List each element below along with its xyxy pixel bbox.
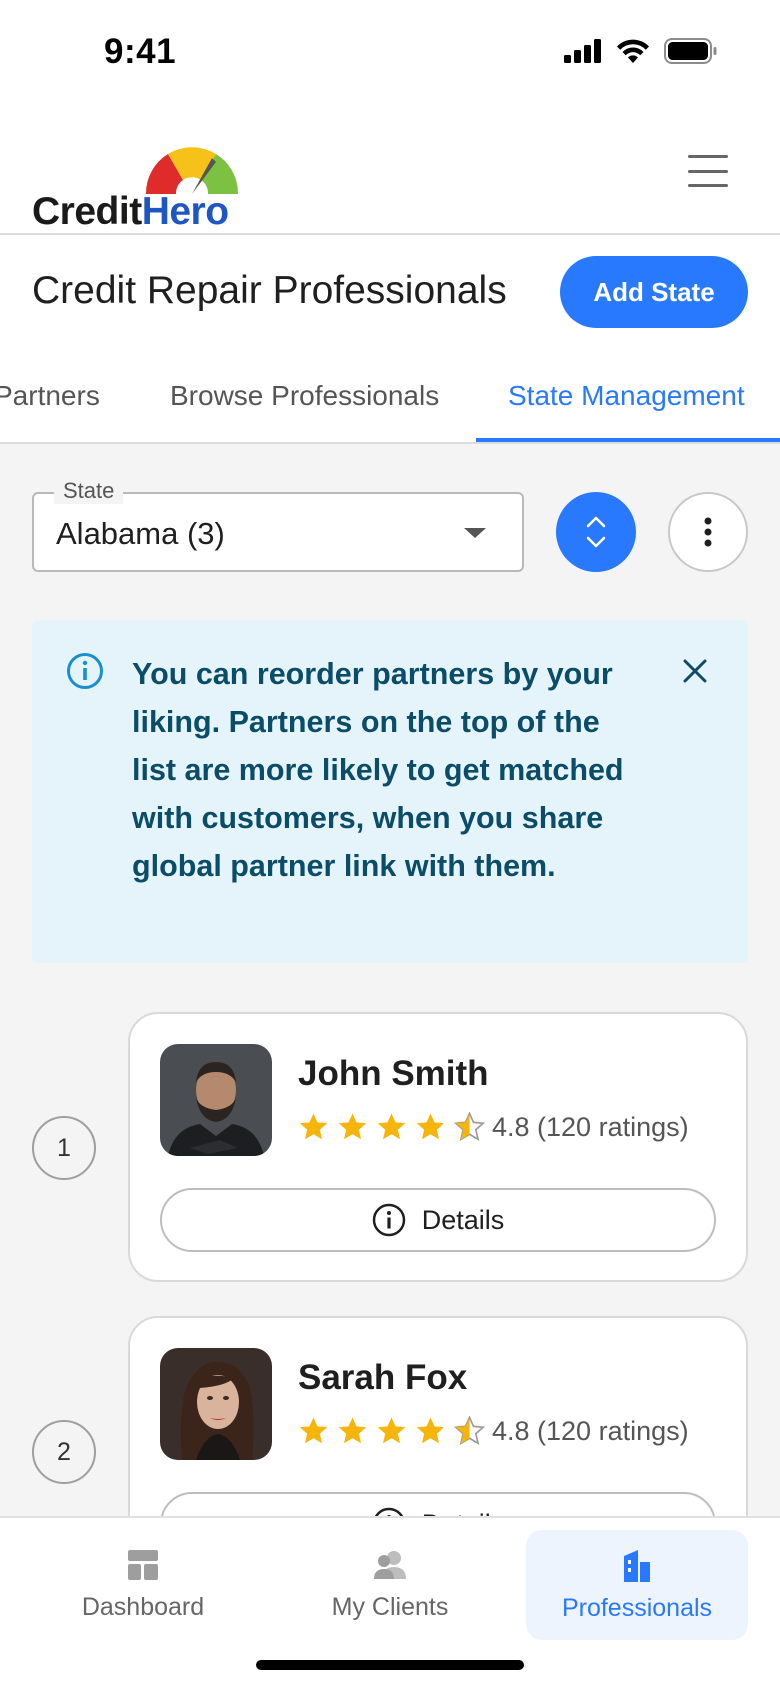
- nav-dashboard-label: Dashboard: [81, 1592, 205, 1621]
- page-title: Credit Repair Professionals: [32, 269, 507, 312]
- nav-professionals-label: Professionals: [561, 1593, 713, 1622]
- star-icon: [299, 1113, 328, 1140]
- star-icon: [416, 1417, 445, 1444]
- rating-text: 4.8 (120 ratings): [492, 1112, 689, 1142]
- more-options-button[interactable]: [668, 492, 748, 572]
- details-label: Details: [421, 1204, 505, 1235]
- state-select-label: State: [54, 478, 124, 504]
- more-vert-icon: [704, 517, 712, 547]
- people-icon: [374, 1550, 406, 1579]
- menu-icon[interactable]: [688, 155, 728, 187]
- rating-text: 4.8 (120 ratings): [492, 1416, 689, 1446]
- status-bar: 9:41: [0, 0, 780, 110]
- home-indicator: [256, 1660, 524, 1670]
- star-icon: [299, 1417, 328, 1444]
- nav-dashboard[interactable]: Dashboard: [68, 1530, 218, 1640]
- nav-my-clients[interactable]: My Clients: [315, 1530, 465, 1640]
- building-icon: [624, 1549, 650, 1582]
- status-icons: [564, 38, 718, 64]
- tab-state-management[interactable]: State Management: [508, 380, 745, 412]
- avatar: [160, 1348, 272, 1460]
- professional-card[interactable]: John Smith 4.8 (120 ratings) Details: [128, 1012, 748, 1282]
- dropdown-arrow-icon: [464, 528, 486, 538]
- info-banner: You can reorder partners by your liking.…: [32, 620, 748, 963]
- rank-badge: 1: [32, 1116, 96, 1180]
- avatar: [160, 1044, 272, 1156]
- star-rating: [298, 1112, 485, 1142]
- tab-partners[interactable]: Partners: [0, 380, 100, 412]
- details-button[interactable]: Details: [160, 1188, 716, 1252]
- gauge-logo-icon: [145, 147, 239, 194]
- star-icon: [338, 1417, 367, 1444]
- state-select-value: Alabama (3): [56, 516, 225, 551]
- add-state-button[interactable]: Add State: [560, 256, 748, 328]
- reorder-button[interactable]: [556, 492, 636, 572]
- close-icon[interactable]: [682, 658, 708, 684]
- info-banner-text: You can reorder partners by your liking.…: [132, 657, 624, 883]
- half-star-icon: [454, 1112, 485, 1141]
- star-icon: [377, 1113, 406, 1140]
- star-rating: [298, 1416, 485, 1446]
- title-row: Credit Repair Professionals Add State: [0, 235, 780, 350]
- wifi-icon: [617, 39, 649, 63]
- rank-badge: 2: [32, 1420, 96, 1484]
- unfold-icon: [586, 516, 606, 548]
- app-header: CreditHero: [0, 110, 780, 235]
- active-tab-indicator: [476, 438, 780, 442]
- tab-browse-professionals[interactable]: Browse Professionals: [170, 380, 439, 412]
- half-star-icon: [454, 1416, 485, 1445]
- star-icon: [377, 1417, 406, 1444]
- star-icon: [416, 1113, 445, 1140]
- professional-name: John Smith: [298, 1054, 489, 1093]
- dashboard-icon: [128, 1549, 158, 1580]
- info-icon: [67, 653, 103, 689]
- logo-hero: Hero: [141, 190, 229, 233]
- professional-name: Sarah Fox: [298, 1358, 468, 1397]
- cellular-signal-icon: [564, 39, 601, 63]
- tab-bar: Partners Browse Professionals State Mana…: [0, 350, 780, 444]
- battery-icon: [664, 38, 717, 64]
- logo-credit: Credit: [32, 190, 142, 233]
- nav-professionals[interactable]: Professionals: [526, 1530, 748, 1640]
- star-icon: [338, 1113, 367, 1140]
- status-time: 9:41: [104, 32, 177, 71]
- state-select[interactable]: State Alabama (3): [32, 478, 524, 572]
- nav-my-clients-label: My Clients: [331, 1592, 449, 1621]
- info-icon: [372, 1203, 405, 1237]
- logo-text: CreditHero: [32, 190, 229, 234]
